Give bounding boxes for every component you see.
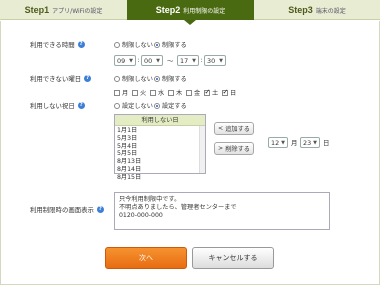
day-checkbox-sat[interactable]: 土 bbox=[204, 88, 218, 97]
holiday-day-select[interactable]: 23 ▼ bbox=[300, 137, 320, 148]
help-icon[interactable]: ? bbox=[96, 206, 104, 213]
month-unit: 月 bbox=[291, 139, 298, 147]
time-colon: : bbox=[200, 56, 203, 64]
step-1-number: Step1 bbox=[24, 5, 50, 15]
end-minute-select[interactable]: 30 ▼ bbox=[204, 55, 226, 66]
checkbox-icon[interactable] bbox=[168, 89, 174, 96]
list-scrollbar[interactable] bbox=[199, 126, 205, 173]
radio-button-icon[interactable] bbox=[114, 102, 120, 109]
list-item[interactable]: 5月5日 bbox=[117, 150, 203, 158]
list-item[interactable]: 8月14日 bbox=[117, 166, 203, 174]
step-2-label: 利用制限の設定 bbox=[183, 7, 226, 15]
day-checkbox-sun[interactable]: 日 bbox=[222, 88, 236, 97]
step-3-label: 端末の設定 bbox=[315, 7, 346, 15]
checkbox-icon[interactable] bbox=[114, 89, 120, 96]
step-1-label: アプリ/WiFiの設定 bbox=[52, 7, 103, 15]
end-hour-select[interactable]: 17 ▼ bbox=[177, 55, 199, 66]
delete-holiday-button[interactable]: > 削除する bbox=[214, 142, 254, 155]
step-3-number: Step3 bbox=[288, 5, 313, 15]
checkbox-icon[interactable] bbox=[186, 89, 192, 96]
step-progress-bar: Step1 アプリ/WiFiの設定 Step2 利用制限の設定 Step3 端末… bbox=[0, 0, 380, 25]
message-line: 不明点ありましたら、管理者センターまで bbox=[119, 204, 237, 212]
day-checkbox-tue[interactable]: 火 bbox=[132, 88, 146, 97]
dropdown-arrow-icon: ▼ bbox=[129, 57, 133, 64]
radio-button-selected-icon[interactable] bbox=[154, 41, 160, 48]
help-icon[interactable]: ? bbox=[77, 102, 85, 109]
list-item[interactable]: 8月15日 bbox=[117, 174, 203, 182]
list-item[interactable]: 8月13日 bbox=[117, 158, 203, 166]
message-line: 只今利用制限中です。 bbox=[119, 196, 181, 203]
holiday-list[interactable]: 利用しない日 1月1日 5月3日 5月4日 5月5日 8月13日 8月14日 8… bbox=[114, 114, 206, 181]
day-checkbox-fri[interactable]: 金 bbox=[186, 88, 200, 97]
list-item[interactable]: 5月4日 bbox=[117, 143, 203, 151]
checkbox-icon[interactable] bbox=[150, 89, 156, 96]
holiday-list-header: 利用しない日 bbox=[115, 115, 205, 126]
day-checkbox-thu[interactable]: 木 bbox=[168, 88, 182, 97]
radio-button-icon[interactable] bbox=[114, 41, 120, 48]
cancel-button[interactable]: キャンセルする bbox=[192, 247, 274, 269]
step-1-tab: Step1 アプリ/WiFiの設定 bbox=[0, 0, 127, 20]
unusable-days-label: 利用できない曜日 ? bbox=[30, 75, 92, 83]
holiday-month-select[interactable]: 12 ▼ bbox=[268, 137, 288, 148]
time-range-tilde: 〜 bbox=[167, 57, 174, 65]
dropdown-arrow-icon: ▼ bbox=[313, 139, 317, 146]
holidays-radio-none[interactable]: 設定しない bbox=[114, 101, 153, 110]
checkbox-checked-icon[interactable] bbox=[222, 88, 228, 96]
help-icon[interactable]: ? bbox=[84, 75, 92, 82]
step-2-number: Step2 bbox=[155, 5, 181, 15]
checkbox-icon[interactable] bbox=[132, 89, 138, 96]
step-2-tab-active: Step2 利用制限の設定 bbox=[127, 0, 254, 25]
dropdown-arrow-icon: ▼ bbox=[192, 57, 196, 64]
dropdown-arrow-icon: ▼ bbox=[219, 57, 223, 64]
unusable-days-radio-none[interactable]: 制限しない bbox=[114, 74, 153, 83]
usable-time-radio-limit[interactable]: 制限する bbox=[154, 40, 187, 49]
unusable-days-radio-limit[interactable]: 制限する bbox=[154, 74, 187, 83]
checkbox-checked-icon[interactable] bbox=[204, 88, 210, 96]
next-button[interactable]: 次へ bbox=[105, 247, 187, 269]
holidays-radio-set[interactable]: 設定する bbox=[154, 101, 187, 110]
chevron-right-icon: > bbox=[218, 145, 224, 152]
help-icon[interactable]: ? bbox=[77, 41, 85, 48]
start-minute-select[interactable]: 00 ▼ bbox=[141, 55, 163, 66]
usable-time-label: 利用できる時間 ? bbox=[30, 41, 85, 49]
restriction-screen-label: 利用制限時の画面表示 ? bbox=[30, 206, 104, 214]
message-line: 0120-000-000 bbox=[119, 212, 163, 220]
chevron-left-icon: < bbox=[218, 125, 224, 132]
day-checkbox-wed[interactable]: 水 bbox=[150, 88, 164, 97]
usable-time-radio-none[interactable]: 制限しない bbox=[114, 40, 153, 49]
radio-button-selected-icon[interactable] bbox=[154, 75, 160, 82]
dropdown-arrow-icon: ▼ bbox=[156, 57, 160, 64]
dropdown-arrow-icon: ▼ bbox=[281, 139, 285, 146]
list-item[interactable]: 1月1日 bbox=[117, 127, 203, 135]
day-unit: 日 bbox=[323, 139, 330, 147]
time-colon: : bbox=[137, 56, 140, 64]
radio-button-selected-icon[interactable] bbox=[154, 102, 160, 109]
restriction-message-textarea[interactable]: 只今利用制限中です。 不明点ありましたら、管理者センターまで 0120-000-… bbox=[114, 192, 330, 230]
step-3-tab: Step3 端末の設定 bbox=[254, 0, 380, 20]
start-hour-select[interactable]: 09 ▼ bbox=[114, 55, 136, 66]
holidays-label: 利用しない祝日 ? bbox=[30, 102, 85, 110]
radio-button-icon[interactable] bbox=[114, 75, 120, 82]
list-item[interactable]: 5月3日 bbox=[117, 135, 203, 143]
add-holiday-button[interactable]: < 追加する bbox=[214, 122, 254, 135]
day-checkbox-mon[interactable]: 月 bbox=[114, 88, 128, 97]
